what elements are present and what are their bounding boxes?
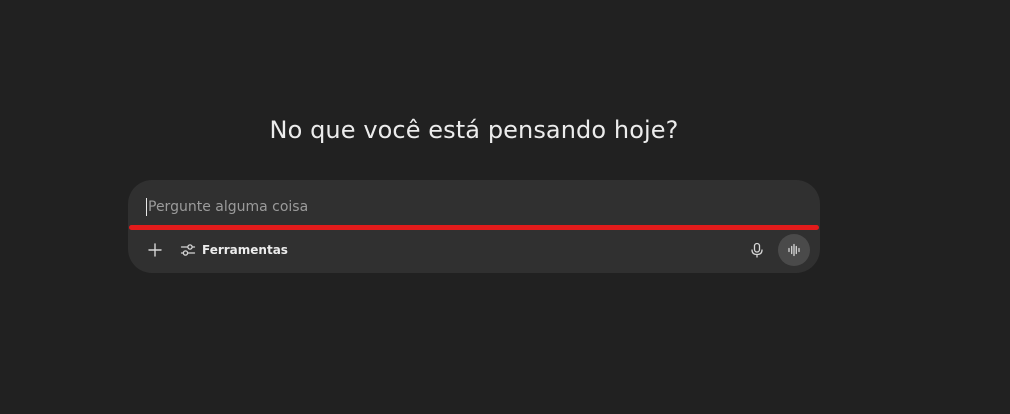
- prompt-input[interactable]: [148, 199, 796, 215]
- composer-toolbar: Ferramentas: [128, 233, 820, 269]
- prompt-row: [146, 196, 796, 218]
- plus-icon: [147, 242, 163, 258]
- tools-label: Ferramentas: [202, 243, 288, 257]
- voice-mode-button[interactable]: [778, 234, 810, 266]
- chat-home: No que você está pensando hoje? Pergunte…: [0, 0, 1010, 414]
- add-attachment-button[interactable]: [140, 235, 170, 265]
- tools-button[interactable]: Ferramentas: [174, 235, 294, 265]
- dictate-button[interactable]: [742, 235, 772, 265]
- text-caret: [146, 198, 147, 216]
- voice-waveform-icon: [787, 243, 801, 257]
- prompt-composer: Ferramentas: [128, 180, 820, 273]
- highlight-annotation-bar: [129, 225, 819, 230]
- page-title: No que você está pensando hoje?: [269, 116, 679, 144]
- sliders-icon: [180, 242, 196, 258]
- microphone-icon: [749, 242, 765, 258]
